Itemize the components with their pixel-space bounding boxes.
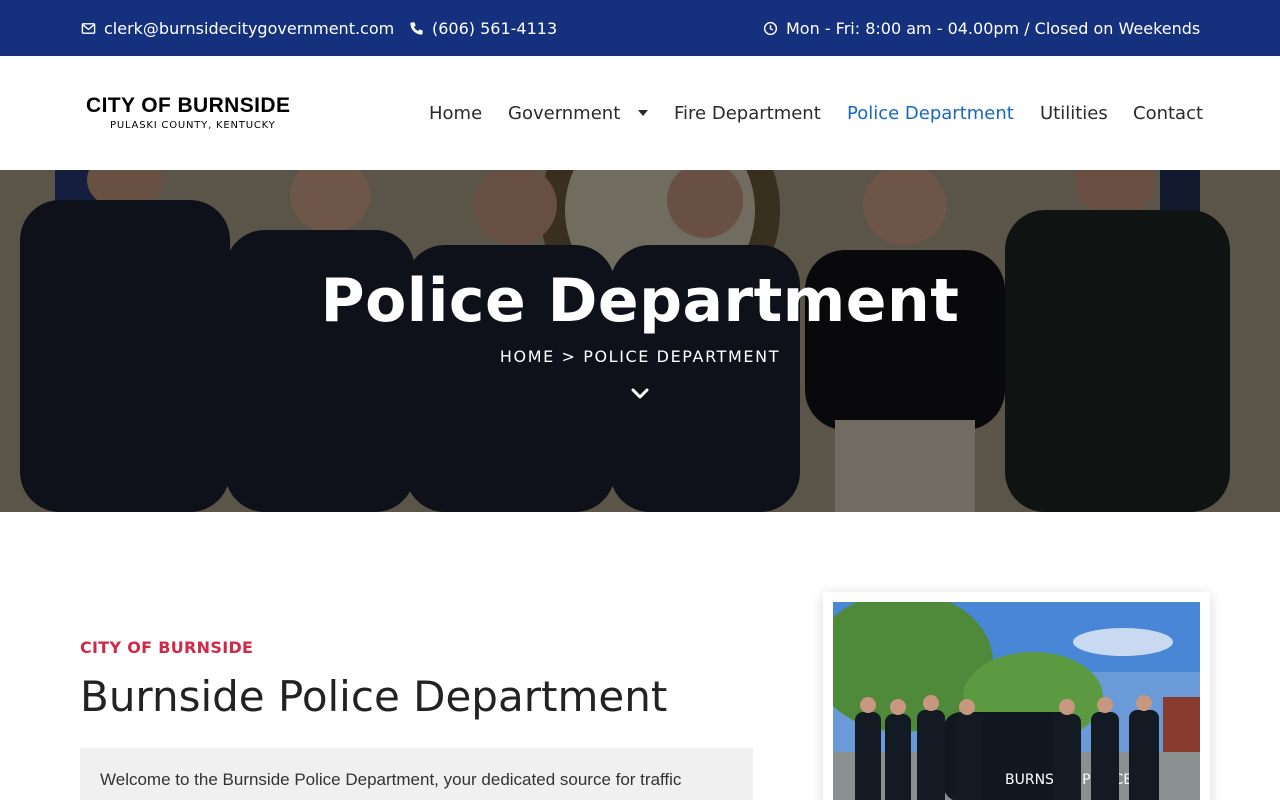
office-hours: Mon - Fri: 8:00 am - 04.00pm / Closed on… <box>762 0 1200 56</box>
hero-overlay <box>0 170 1280 512</box>
hero-title: Police Department <box>320 266 960 336</box>
email-contact[interactable]: clerk@burnsidecitygovernment.com <box>80 0 394 56</box>
phone-icon <box>408 20 424 36</box>
nav-government[interactable]: Government <box>508 102 649 124</box>
nav-police-department[interactable]: Police Department <box>847 103 1014 124</box>
nav-home-label: Home <box>429 102 483 124</box>
nav-utilities[interactable]: Utilities <box>1040 103 1108 124</box>
logo-title: CITY OF BURNSIDE <box>86 94 291 117</box>
top-info-bar: clerk@burnsidecitygovernment.com (606) 5… <box>0 0 1280 56</box>
officers-group-photo: BURNSIDE POLICE <box>833 602 1200 800</box>
officers-photo-card: BURNSIDE POLICE <box>823 592 1210 800</box>
breadcrumb[interactable]: HOME > POLICE DEPARTMENT <box>0 347 1280 366</box>
nav-home[interactable]: Home <box>429 103 482 124</box>
intro-text: Welcome to the Burnside Police Departmen… <box>100 770 682 789</box>
hero-banner: Police Department HOME > POLICE DEPARTME… <box>0 170 1280 512</box>
nav-utilities-label: Utilities <box>1040 102 1108 124</box>
phone-text[interactable]: (606) 561-4113 <box>432 19 557 38</box>
nav-fire-department[interactable]: Fire Department <box>674 103 821 124</box>
envelope-icon <box>80 20 96 36</box>
nav-police-label: Police Department <box>847 102 1014 124</box>
hours-text: Mon - Fri: 8:00 am - 04.00pm / Closed on… <box>786 18 1201 38</box>
nav-contact-label: Contact <box>1133 102 1204 124</box>
intro-box: Welcome to the Burnside Police Departmen… <box>80 748 753 800</box>
section-eyebrow: CITY OF BURNSIDE <box>80 638 254 657</box>
email-text[interactable]: clerk@burnsidecitygovernment.com <box>104 19 394 38</box>
nav-fire-label: Fire Department <box>674 102 821 124</box>
site-header: CITY OF BURNSIDE PULASKI COUNTY, KENTUCK… <box>0 56 1280 170</box>
site-logo[interactable]: CITY OF BURNSIDE PULASKI COUNTY, KENTUCK… <box>86 94 306 131</box>
chevron-down-icon[interactable] <box>630 384 650 404</box>
nav-contact[interactable]: Contact <box>1133 103 1203 124</box>
phone-contact[interactable]: (606) 561-4113 <box>408 0 557 56</box>
logo-subtitle: PULASKI COUNTY, KENTUCKY <box>110 120 276 131</box>
nav-government-label: Government <box>508 102 621 124</box>
section-heading: Burnside Police Department <box>80 672 668 721</box>
clock-icon <box>762 20 778 36</box>
chevron-down-icon[interactable] <box>638 110 649 116</box>
